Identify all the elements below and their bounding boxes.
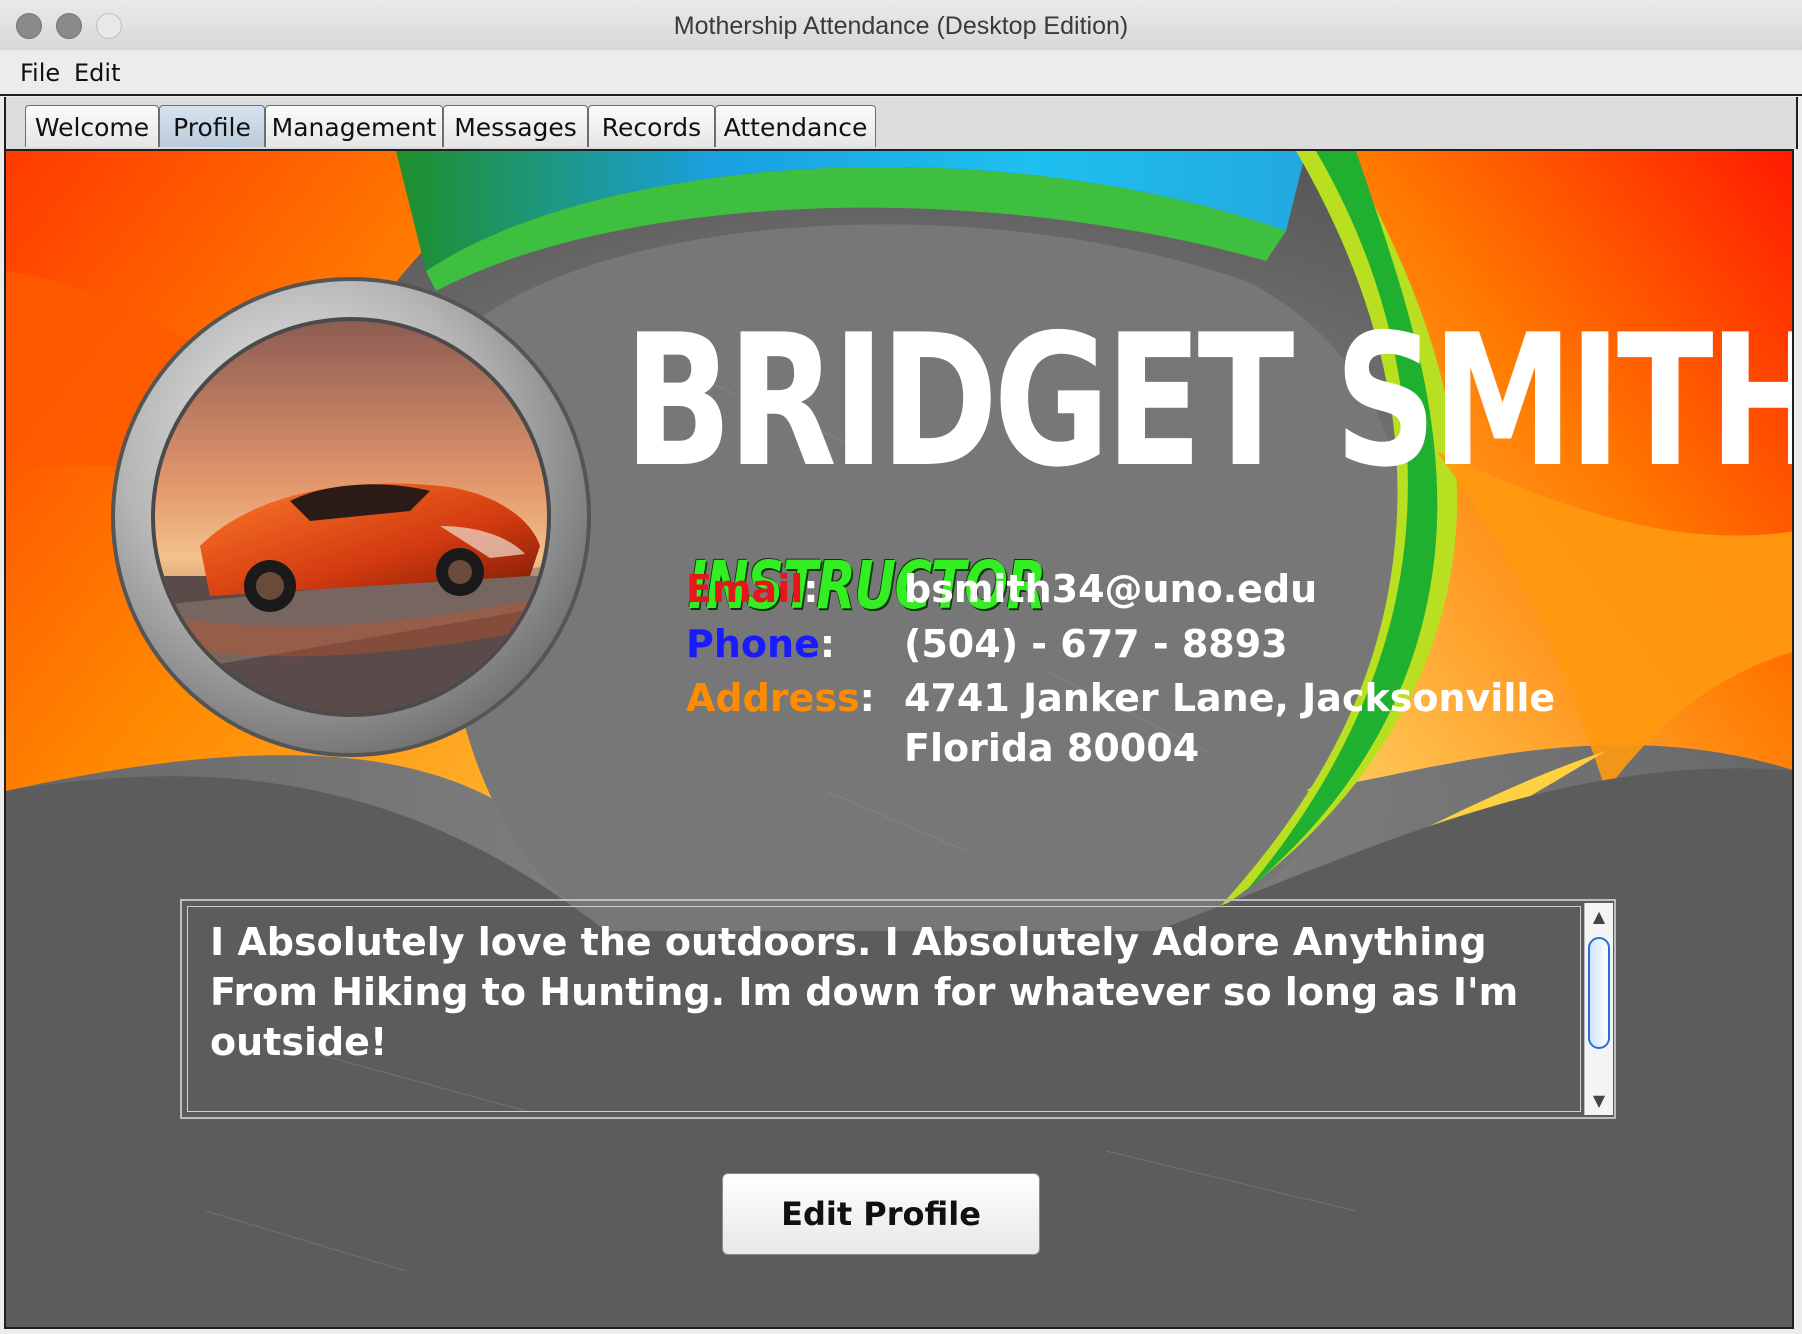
address-line1: 4741 Janker Lane, Jacksonville <box>904 676 1556 720</box>
phone-colon: : <box>819 622 836 666</box>
address-label: Address <box>686 676 860 720</box>
bio-scrollbar[interactable]: ▲ ▼ <box>1584 903 1613 1115</box>
email-label-row: Email: <box>686 564 818 614</box>
tab-strip: Welcome Profile Management Messages Reco… <box>4 97 1798 149</box>
address-colon: : <box>859 676 875 720</box>
address-label-row: Address: <box>686 673 875 723</box>
scroll-thumb[interactable] <box>1588 937 1610 1049</box>
bio-text: I Absolutely love the outdoors. I Absolu… <box>210 920 1519 1064</box>
tab-attendance[interactable]: Attendance <box>715 105 876 147</box>
phone-value: (504) - 677 - 8893 <box>904 622 1288 666</box>
menu-file[interactable]: File <box>20 50 60 94</box>
profile-panel: BRIDGET SMITH INSTRUCTOR Email: bsmith34… <box>4 149 1794 1329</box>
tab-management[interactable]: Management <box>265 105 443 147</box>
bio-inner-frame: I Absolutely love the outdoors. I Absolu… <box>187 906 1581 1112</box>
profile-avatar[interactable] <box>110 276 592 758</box>
scroll-up-arrow-icon[interactable]: ▲ <box>1585 903 1613 931</box>
profile-name: BRIDGET SMITH <box>624 295 1794 507</box>
edit-profile-button[interactable]: Edit Profile <box>722 1173 1040 1255</box>
email-label: Email <box>686 567 804 611</box>
tab-welcome[interactable]: Welcome <box>25 105 159 147</box>
email-value: bsmith34@uno.edu <box>904 567 1318 611</box>
menu-edit[interactable]: Edit <box>74 50 120 94</box>
bio-textarea[interactable]: I Absolutely love the outdoors. I Absolu… <box>180 899 1616 1119</box>
tab-profile[interactable]: Profile <box>159 105 265 147</box>
window-title: Mothership Attendance (Desktop Edition) <box>673 12 1129 40</box>
phone-label-row: Phone: <box>686 619 835 669</box>
app-window: Mothership Attendance (Desktop Edition) … <box>0 0 1802 1334</box>
menu-bar: File Edit <box>0 50 1802 96</box>
email-colon: : <box>803 567 819 611</box>
tab-records[interactable]: Records <box>588 105 715 147</box>
tab-messages[interactable]: Messages <box>443 105 588 147</box>
title-bar: Mothership Attendance (Desktop Edition) <box>0 0 1802 51</box>
phone-label: Phone <box>686 622 820 666</box>
scroll-down-arrow-icon[interactable]: ▼ <box>1585 1087 1613 1115</box>
address-line2: Florida 80004 <box>904 726 1200 770</box>
